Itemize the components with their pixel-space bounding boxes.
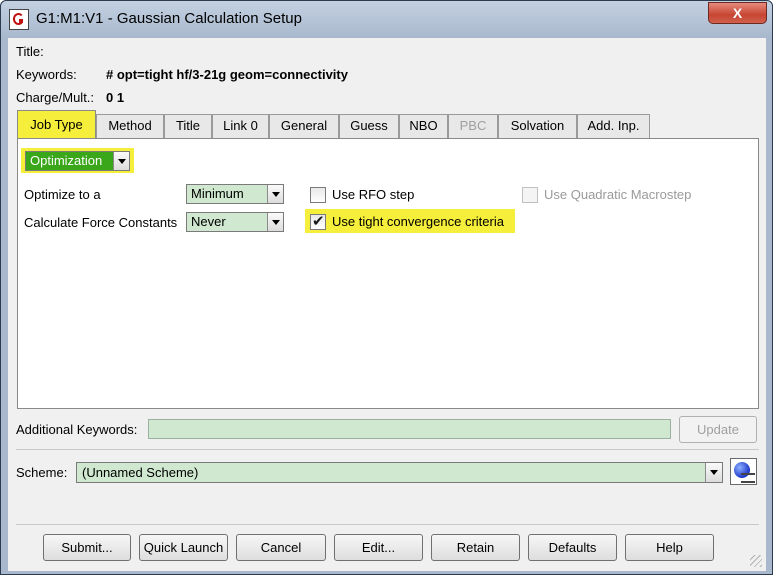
- job-type-panel: Optimization Optimize to a Minimum Calcu…: [17, 138, 759, 409]
- tab-link0[interactable]: Link 0: [212, 114, 269, 138]
- quadratic-macrostep-label: Use Quadratic Macrostep: [544, 187, 692, 202]
- tab-solvation[interactable]: Solvation: [498, 114, 577, 138]
- keywords-label: Keywords:: [16, 67, 77, 82]
- keywords-value: # opt=tight hf/3-21g geom=connectivity: [106, 67, 348, 82]
- tab-guess[interactable]: Guess: [339, 114, 399, 138]
- quick-launch-button[interactable]: Quick Launch: [139, 534, 228, 561]
- retain-button[interactable]: Retain: [431, 534, 520, 561]
- charge-mult-label: Charge/Mult.:: [16, 90, 95, 105]
- update-button[interactable]: Update: [679, 416, 757, 443]
- edit-button[interactable]: Edit...: [334, 534, 423, 561]
- scheme-manager-icon[interactable]: [730, 458, 757, 485]
- job-type-select[interactable]: Optimization: [25, 151, 130, 171]
- rfo-step-checkbox[interactable]: [310, 187, 326, 203]
- chevron-down-icon: [705, 463, 722, 482]
- scheme-value: (Unnamed Scheme): [82, 465, 199, 480]
- charge-mult-value: 0 1: [106, 90, 125, 105]
- cancel-button[interactable]: Cancel: [236, 534, 326, 561]
- title-label: Title:: [16, 44, 44, 59]
- optimize-to-label: Optimize to a: [24, 187, 101, 202]
- tab-title[interactable]: Title: [164, 114, 212, 138]
- optimize-to-value: Minimum: [191, 186, 244, 201]
- job-type-value: Optimization: [30, 153, 103, 168]
- tab-add-inp[interactable]: Add. Inp.: [577, 114, 650, 138]
- force-constants-label: Calculate Force Constants: [24, 215, 178, 230]
- rfo-step-label[interactable]: Use RFO step: [332, 187, 414, 202]
- gaussian-setup-window: G1:M1:V1 - Gaussian Calculation Setup X …: [0, 0, 773, 575]
- divider: [16, 449, 759, 450]
- help-button[interactable]: Help: [625, 534, 714, 561]
- window-title: G1:M1:V1 - Gaussian Calculation Setup: [36, 10, 302, 27]
- tight-convergence-checkbox[interactable]: [310, 212, 326, 230]
- tab-job-type[interactable]: Job Type: [17, 110, 96, 138]
- divider: [16, 524, 759, 525]
- close-button[interactable]: X: [708, 2, 767, 24]
- chevron-down-icon: [267, 185, 283, 203]
- tab-pbc[interactable]: PBC: [448, 114, 498, 138]
- defaults-button[interactable]: Defaults: [528, 534, 617, 561]
- scheme-label: Scheme:: [16, 465, 68, 480]
- gaussview-app-icon: [9, 9, 29, 30]
- additional-keywords-input[interactable]: [148, 419, 671, 439]
- resize-grip-icon[interactable]: [750, 555, 762, 567]
- tight-convergence-label[interactable]: Use tight convergence criteria: [332, 214, 504, 229]
- scheme-select[interactable]: (Unnamed Scheme): [76, 462, 723, 483]
- quadratic-macrostep-checkbox[interactable]: [522, 187, 538, 203]
- dialog-body: Title: Keywords: # opt=tight hf/3-21g ge…: [8, 38, 766, 571]
- force-constants-select[interactable]: Never: [186, 212, 284, 232]
- additional-keywords-label: Additional Keywords:: [16, 422, 138, 437]
- chevron-down-icon: [267, 213, 283, 231]
- optimize-to-select[interactable]: Minimum: [186, 184, 284, 204]
- tab-method[interactable]: Method: [96, 114, 164, 138]
- force-constants-value: Never: [191, 214, 226, 229]
- tab-general[interactable]: General: [269, 114, 339, 138]
- title-bar[interactable]: G1:M1:V1 - Gaussian Calculation Setup X: [1, 1, 772, 37]
- chevron-down-icon: [113, 152, 129, 170]
- submit-button[interactable]: Submit...: [43, 534, 131, 561]
- tab-nbo[interactable]: NBO: [399, 114, 448, 138]
